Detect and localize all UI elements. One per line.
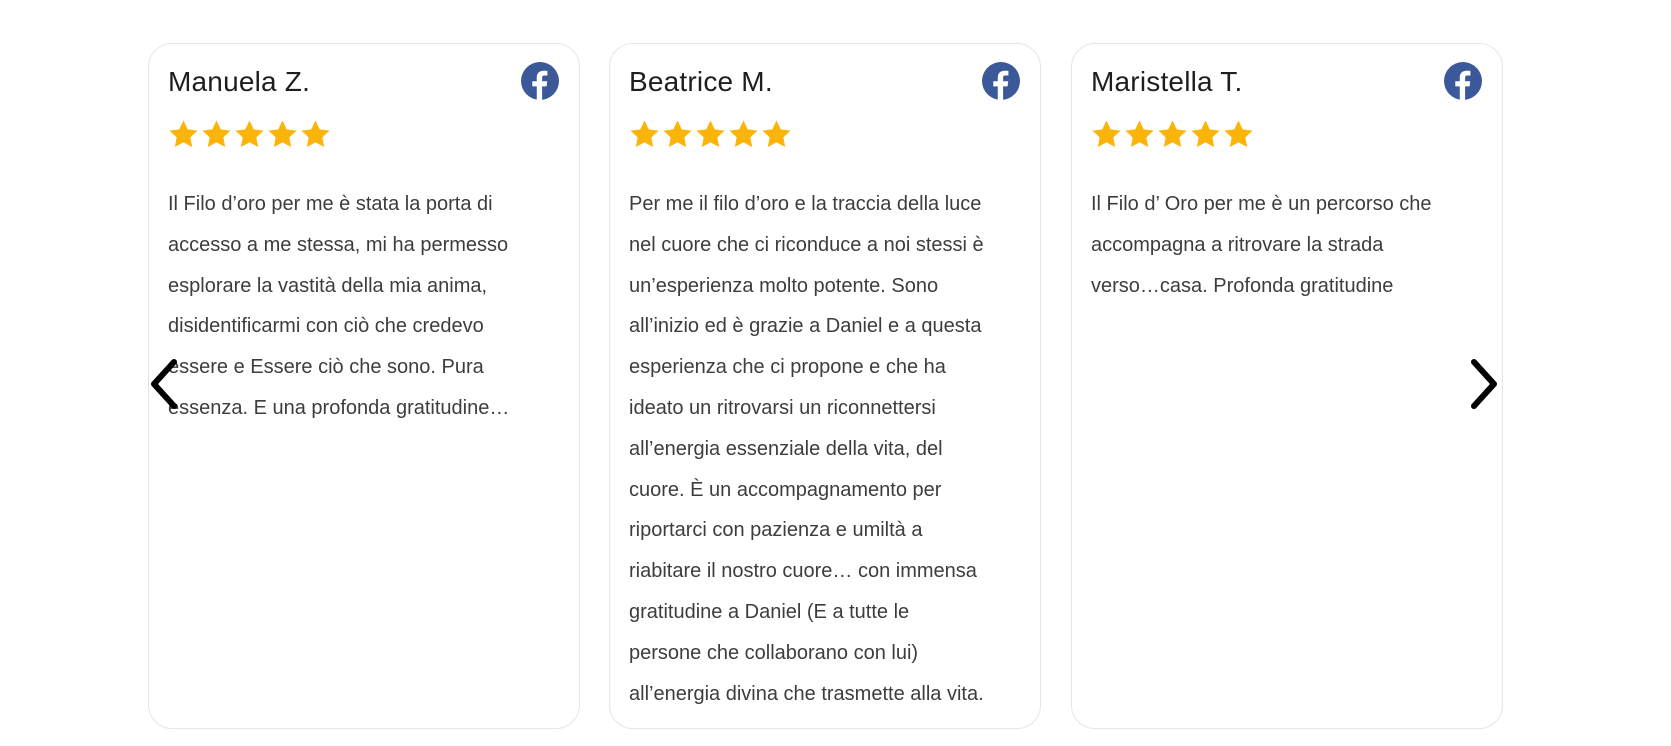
review-text: Il Filo d’ Oro per me è un percorso che …	[1091, 193, 1432, 297]
reviews-carousel: Manuela Z. Il Filo d’oro per me è stata …	[0, 0, 1671, 746]
star-icon	[661, 118, 694, 151]
chevron-right-icon[interactable]	[1466, 358, 1502, 410]
star-icon	[760, 118, 793, 151]
reviewer-name: Beatrice M.	[629, 66, 773, 97]
star-icon	[167, 118, 200, 151]
reviewer-name: Manuela Z.	[168, 66, 311, 97]
star-icon	[694, 118, 727, 151]
reviewer-name: Maristella T.	[1091, 66, 1243, 97]
star-icon	[727, 118, 760, 151]
chevron-left-icon[interactable]	[146, 358, 182, 410]
review-text: Il Filo d’oro per me è stata la porta di…	[168, 193, 510, 419]
star-icon	[266, 118, 299, 151]
facebook-icon[interactable]	[982, 62, 1020, 100]
star-rating	[628, 118, 793, 152]
facebook-icon[interactable]	[1444, 62, 1482, 100]
star-icon	[1156, 118, 1189, 151]
star-icon	[233, 118, 266, 151]
star-icon	[628, 118, 661, 151]
review-text: Per me il filo d’oro e la traccia della …	[629, 193, 984, 705]
review-card: Maristella T. Il Filo d’ Oro per me è un…	[1071, 43, 1503, 729]
star-icon	[299, 118, 332, 151]
facebook-icon[interactable]	[521, 62, 559, 100]
star-icon	[1189, 118, 1222, 151]
star-rating	[1090, 118, 1255, 152]
review-card: Manuela Z. Il Filo d’oro per me è stata …	[148, 43, 580, 729]
star-icon	[1222, 118, 1255, 151]
star-icon	[200, 118, 233, 151]
star-icon	[1123, 118, 1156, 151]
review-card: Beatrice M. Per me il filo d’oro e la tr…	[609, 43, 1041, 729]
star-rating	[167, 118, 332, 152]
star-icon	[1090, 118, 1123, 151]
